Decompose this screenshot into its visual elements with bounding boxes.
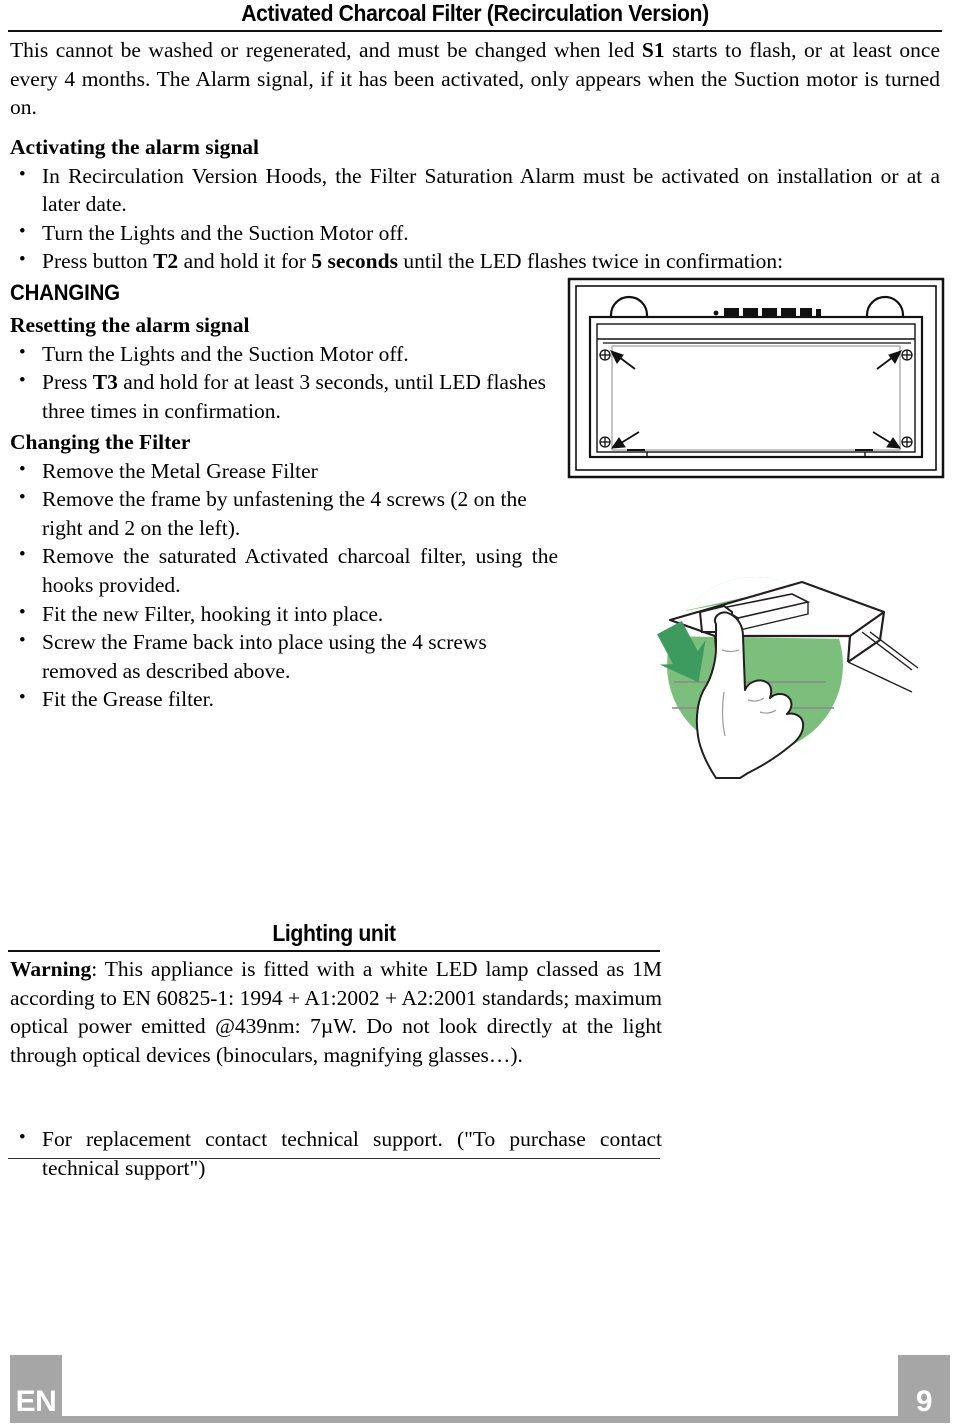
activating-alarm-list: In Recirculation Version Hoods, the Filt… (10, 161, 940, 276)
section-header-lighting-unit: Lighting unit (8, 922, 660, 952)
warning-text: : This appliance is fitted with a white … (10, 957, 662, 1067)
press-t3-text-a: Press (42, 370, 93, 395)
list-item: Press button T2 and hold it for 5 second… (10, 246, 940, 276)
subsection-activating-alarm: Activating the alarm signal In Recircula… (10, 133, 940, 276)
subsection-heading-resetting: Resetting the alarm signal (10, 313, 250, 337)
list-item: Turn the Lights and the Suction Motor of… (10, 218, 940, 248)
list-item: Remove the saturated Activated charcoal … (10, 541, 558, 599)
intro-paragraph: This cannot be washed or regenerated, an… (10, 36, 940, 122)
subsection-heading-activating: Activating the alarm signal (10, 135, 260, 159)
lighting-unit-list-block: For replacement contact technical suppor… (10, 1124, 662, 1182)
subsection-heading-changing-filter: Changing the Filter (10, 430, 191, 454)
list-item: For replacement contact technical suppor… (10, 1124, 662, 1182)
press-t2-text-b: and hold it for (178, 249, 312, 274)
list-item: Turn the Lights and the Suction Motor of… (10, 339, 558, 369)
subsection-resetting-alarm: Resetting the alarm signal Turn the Ligh… (10, 311, 558, 425)
list-item: Press T3 and hold for at least 3 seconds… (10, 367, 558, 425)
press-t2-text-a: Press button (42, 249, 154, 274)
list-item: Fit the new Filter, hooking it into plac… (10, 599, 558, 629)
lighting-unit-bottom-divider (8, 1158, 660, 1159)
lighting-unit-divider (8, 950, 660, 952)
warning-label: Warning (10, 957, 92, 981)
list-item: In Recirculation Version Hoods, the Filt… (10, 161, 940, 219)
page-title: Activated Charcoal Filter (Recirculation… (241, 0, 709, 26)
press-t3-text-b: and hold for at least 3 seconds, until L… (42, 370, 546, 423)
lighting-unit-list: For replacement contact technical suppor… (10, 1124, 662, 1182)
lighting-unit-title: Lighting unit (272, 920, 396, 946)
list-item: Remove the Metal Grease Filter (10, 456, 558, 486)
screw-icon (599, 436, 611, 448)
list-item: Screw the Frame back into place using th… (10, 627, 558, 685)
section-header-activated-charcoal-filter: Activated Charcoal Filter (Recirculation… (8, 2, 942, 32)
hood-front-screw-diagram (567, 277, 945, 479)
button-label-t3: T3 (92, 370, 118, 395)
page-footer: EN 9 (0, 1337, 960, 1427)
subsection-changing-filter: Changing the Filter Remove the Metal Gre… (10, 428, 558, 714)
footer-bar (62, 1416, 898, 1423)
list-item: Fit the Grease filter. (10, 684, 558, 714)
press-t2-text-c: until the LED flashes twice in confirmat… (397, 249, 784, 274)
document-page: Activated Charcoal Filter (Recirculation… (0, 0, 960, 1427)
screw-icon (901, 349, 913, 361)
title-divider (8, 30, 942, 32)
button-label-t2: T2 (153, 249, 179, 274)
led-label-s1: S1 (641, 38, 665, 62)
subsection-heading-changing: CHANGING (10, 280, 120, 305)
changing-filter-list: Remove the Metal Grease Filter Remove th… (10, 456, 558, 714)
screw-icon (901, 436, 913, 448)
lighting-unit-warning: Warning: This appliance is fitted with a… (10, 955, 662, 1069)
intro-text-a: This cannot be washed or regenerated, an… (10, 38, 642, 62)
resetting-alarm-list: Turn the Lights and the Suction Motor of… (10, 339, 558, 426)
footer-page-number: 9 (898, 1355, 950, 1423)
footer-language-code: EN (10, 1355, 62, 1423)
hand-releasing-filter-illustration (612, 540, 942, 780)
list-item: Remove the frame by unfastening the 4 sc… (10, 484, 558, 542)
duration-5-seconds: 5 seconds (311, 249, 398, 274)
screw-icon (599, 349, 611, 361)
